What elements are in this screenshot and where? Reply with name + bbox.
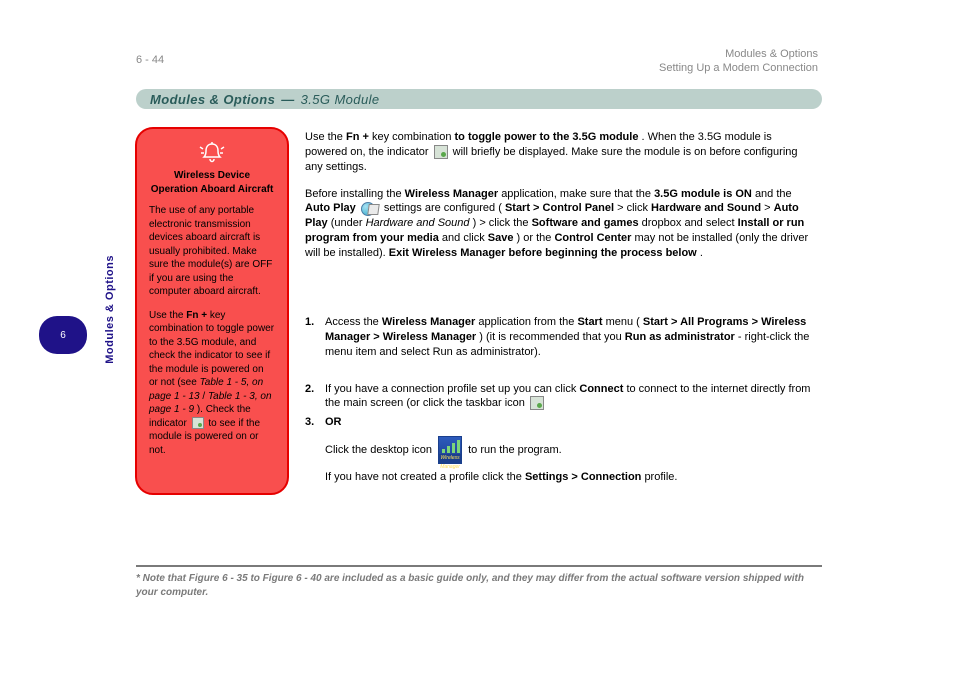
p2-k: ) or the xyxy=(517,232,555,244)
p2-i: dropbox and select xyxy=(642,217,738,229)
s1-a: Access the xyxy=(325,316,382,328)
s3-alt-b: to run the program. xyxy=(468,444,562,456)
p2-h: ) > click the xyxy=(473,217,532,229)
s1-d: Start xyxy=(577,316,602,328)
top-right-line1: Modules & Options xyxy=(659,47,818,61)
footer-note: * Note that Figure 6 - 35 to Figure 6 - … xyxy=(136,572,822,599)
p2-d: settings are configured ( xyxy=(384,202,502,214)
p2-g: (under xyxy=(331,217,366,229)
warning-panel: Wireless Device Operation Aboard Aircraf… xyxy=(135,127,289,495)
p2-b7: Software and games xyxy=(532,217,639,229)
s3-c: profile. xyxy=(644,471,677,483)
warn-p2-a: Use the xyxy=(149,310,186,321)
title-right: 3.5G Module xyxy=(301,92,380,107)
p2-b: application, make sure that the xyxy=(501,188,654,200)
p2-b3: Auto Play xyxy=(305,202,356,214)
p2-b11: Exit Wireless Manager before beginning t… xyxy=(389,247,697,259)
p2-e: > click xyxy=(617,202,651,214)
step-3: OR Click the desktop icon Wireless Manag… xyxy=(305,415,817,485)
s1-c: application from the xyxy=(478,316,577,328)
p2-c: and the xyxy=(755,188,792,200)
s1-h: Run as administrator xyxy=(625,331,735,343)
indicator-icon xyxy=(192,417,204,429)
s3-alt-a: Click the desktop icon xyxy=(325,444,435,456)
p2-j: and click xyxy=(442,232,488,244)
title-separator: — xyxy=(281,92,294,107)
autoplay-icon xyxy=(361,201,379,215)
p1-b2: to toggle power to the 3.5G module xyxy=(455,131,639,143)
p2-a: Before installing the xyxy=(305,188,405,200)
bell-icon xyxy=(198,141,226,163)
s2-b: Connect xyxy=(579,383,623,395)
p1-b1: Fn + xyxy=(346,131,369,143)
taskbar-icon xyxy=(530,396,544,410)
p2-m: . xyxy=(700,247,703,259)
side-tab-label: Modules & Options xyxy=(104,255,116,364)
s1-e: menu ( xyxy=(606,316,640,328)
wireless-manager-icon: Wireless Manager xyxy=(438,436,462,464)
indicator-icon xyxy=(434,145,448,159)
footer-divider xyxy=(136,565,822,567)
warning-heading: Wireless Device Operation Aboard Aircraf… xyxy=(149,169,275,196)
body-paragraph-2: Before installing the Wireless Manager a… xyxy=(305,187,815,261)
body-paragraph-1: Use the Fn + key combination to toggle p… xyxy=(305,130,815,175)
p1-b: key combination xyxy=(372,131,455,143)
top-right-line2: Setting Up a Modem Connection xyxy=(659,61,818,75)
page-tab-marker-number: 6 xyxy=(60,330,66,341)
s3-b: Settings > Connection xyxy=(525,471,644,483)
warning-paragraph-1: The use of any portable electronic trans… xyxy=(149,204,275,299)
p2-b1: Wireless Manager xyxy=(405,188,498,200)
p2-b5: Hardware and Sound xyxy=(651,202,761,214)
top-right-header: Modules & Options Setting Up a Modem Con… xyxy=(659,47,818,76)
p2-i1: Hardware and Sound xyxy=(366,217,470,229)
page-number-top: 6 - 44 xyxy=(136,54,164,66)
s3-a: If you have not created a profile click … xyxy=(325,471,525,483)
warn-p2-bold: Fn + xyxy=(186,310,210,321)
wm-icon-label: Wireless Manager xyxy=(439,454,461,463)
step-2: If you have a connection profile set up … xyxy=(305,382,817,412)
s1-g: ) (it is recommended that you xyxy=(479,331,625,343)
step-1: Access the Wireless Manager application … xyxy=(305,315,817,360)
section-title-bar: Modules & Options — 3.5G Module xyxy=(136,89,822,109)
warning-paragraph-2: Use the Fn + key combination to toggle p… xyxy=(149,309,275,458)
p2-b10: Control Center xyxy=(554,232,631,244)
page-tab-marker: 6 xyxy=(39,316,87,354)
p2-b2: 3.5G module is ON xyxy=(654,188,752,200)
s2-a: If you have a connection profile set up … xyxy=(325,383,579,395)
p2-b4: Start > Control Panel xyxy=(505,202,614,214)
steps-list: Access the Wireless Manager application … xyxy=(305,315,817,507)
p2-f: > xyxy=(764,202,773,214)
or-label: OR xyxy=(325,416,342,428)
p2-b9: Save xyxy=(488,232,514,244)
p1-a: Use the xyxy=(305,131,346,143)
s1-b: Wireless Manager xyxy=(382,316,475,328)
title-left: Modules & Options xyxy=(150,92,275,107)
body-text: Use the Fn + key combination to toggle p… xyxy=(305,130,815,273)
